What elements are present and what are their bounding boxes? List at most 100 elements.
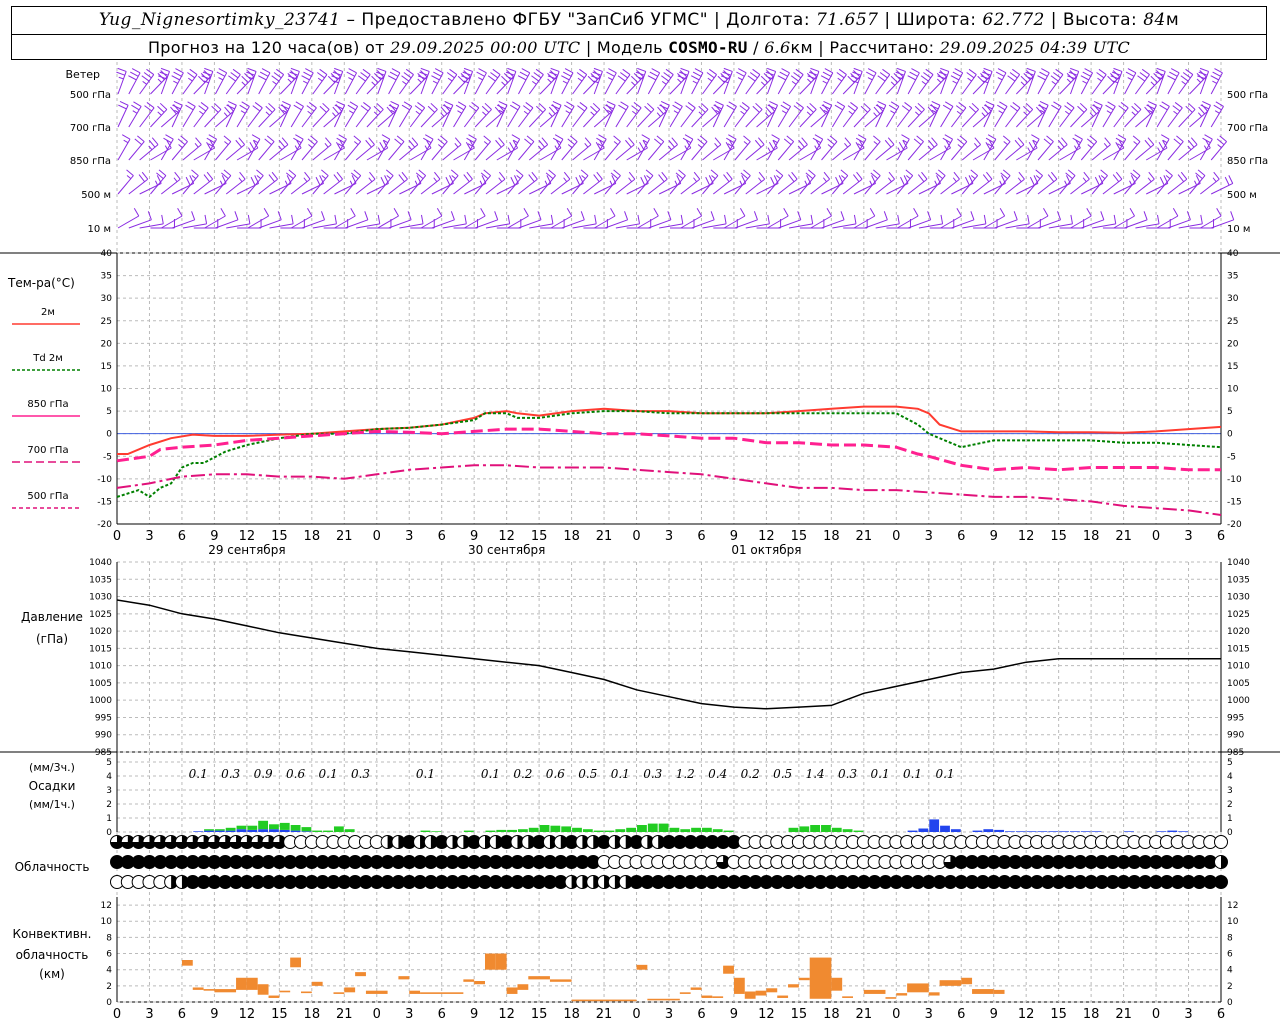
wind-barb-feather [126,175,132,180]
wind-barb-feather [364,211,369,220]
wind-barb-feather [674,180,678,186]
wind-barb-feather [806,111,812,116]
wind-barb [1156,134,1170,161]
wind-barb [344,169,362,195]
wind-barb-feather [1055,68,1064,75]
rain-bar [582,829,593,832]
wind-barb-feather [161,214,164,224]
wind-barb-staff [1092,223,1116,229]
wind-barb-feather [613,141,619,146]
wind-barb-feather [633,102,642,109]
wind-barb [290,171,311,195]
wind-barb-staff [550,215,572,229]
wind-barb-feather [1014,139,1022,148]
wind-barb-feather [770,176,776,186]
day-label: 30 сентября [468,543,545,557]
temp-legend-label: 850 гПа [27,399,68,410]
wind-barb-feather [834,104,843,111]
wind-barb-feather [613,169,621,176]
press-tick-left: 985 [95,748,112,758]
wind-barb [626,102,642,128]
wind-barb-feather [369,171,376,180]
conv-cloud-bar [506,987,518,994]
wind-barb-feather [1100,169,1108,176]
wind-barb-feather [1068,71,1078,76]
wind-barb-feather [332,106,340,115]
wind-barb-feather [728,134,737,140]
wind-barb-feather [158,169,167,176]
wind-barb [388,171,408,195]
conv-cloud-bar [420,992,464,994]
wind-barb-feather [628,177,633,182]
temp-x-tick: 15 [1050,529,1067,544]
wind-barb-feather [665,68,674,75]
wind-barb-feather [766,67,776,72]
wind-barb-feather [580,169,589,176]
wind-barb-feather [781,68,790,74]
wind-barb [496,139,519,161]
wind-barb-feather [1137,75,1146,82]
wind-barb [615,68,631,95]
wind-barb-feather [973,142,978,148]
conv-tick-right: 2 [1227,982,1233,992]
rain-bar [593,830,604,832]
wind-barb-feather [191,211,196,220]
temp-tick-left: 25 [101,317,112,327]
snow-bar [1026,831,1037,832]
wind-barb-feather [739,105,748,112]
wind-barb-feather [760,75,769,83]
wind-barb-feather [420,67,430,72]
wind-barb-feather [887,177,892,182]
wind-barb [1092,214,1117,229]
wind-barb-feather [374,73,382,80]
temp-x-tick: 6 [1217,529,1225,544]
wind-barb [1210,101,1224,128]
wind-barb [323,104,343,128]
conv-cloud-bar [246,977,258,990]
wind-barb-feather [905,175,911,180]
wind-barb-staff [236,147,259,161]
wind-barb-feather [360,105,369,112]
wind-barb-feather [241,75,249,83]
wind-barb-feather [173,71,182,77]
wind-barb-staff [810,138,824,161]
wind-barb-feather [995,71,1005,77]
wind-barb [420,171,441,195]
rain-bar [236,825,247,830]
temp-tick-left: 30 [101,294,113,304]
wind-barb [648,171,668,195]
wind-barb-feather [610,207,616,217]
wind-barb [1037,100,1049,128]
wind-barb-feather [295,134,304,140]
wind-barb-staff [907,141,924,161]
wind-barb-feather [418,169,426,176]
wind-barb-feather [1129,207,1135,217]
wind-barb-feather [548,169,556,176]
temp-x-tick: 3 [665,529,673,544]
wind-barb-feather [1107,101,1116,107]
wind-barb-feather [173,100,183,106]
wind-barb-feather [684,134,694,140]
wind-barb [766,100,779,128]
wind-barb-feather [511,134,520,140]
conv-x-tick: 15 [791,1007,808,1022]
conv-tick-right: 0 [1227,998,1233,1008]
meteogram-canvas: -20-20-15-15-10-10-5-5005510101515202025… [0,62,1280,1022]
wind-barb-staff [1026,110,1046,128]
wind-barb [886,139,908,161]
precip-3h-label: 0.9 [254,767,273,781]
wind-barb-feather [490,72,499,79]
wind-barb-feather [661,75,669,82]
wind-barb [604,169,621,195]
conv-cloud-bar [463,979,475,982]
wind-barb-feather [869,180,873,186]
press-tick-right: 990 [1227,731,1244,741]
wind-barb-feather [495,139,502,148]
wind-barb-feather [455,104,465,111]
wind-barb-feather [463,67,473,72]
wind-barb-feather [1210,75,1219,81]
wind-barb-feather [909,71,918,77]
wind-barb [659,214,684,229]
temp-x-tick: 9 [730,529,738,544]
conv-x-tick: 0 [632,1007,640,1022]
